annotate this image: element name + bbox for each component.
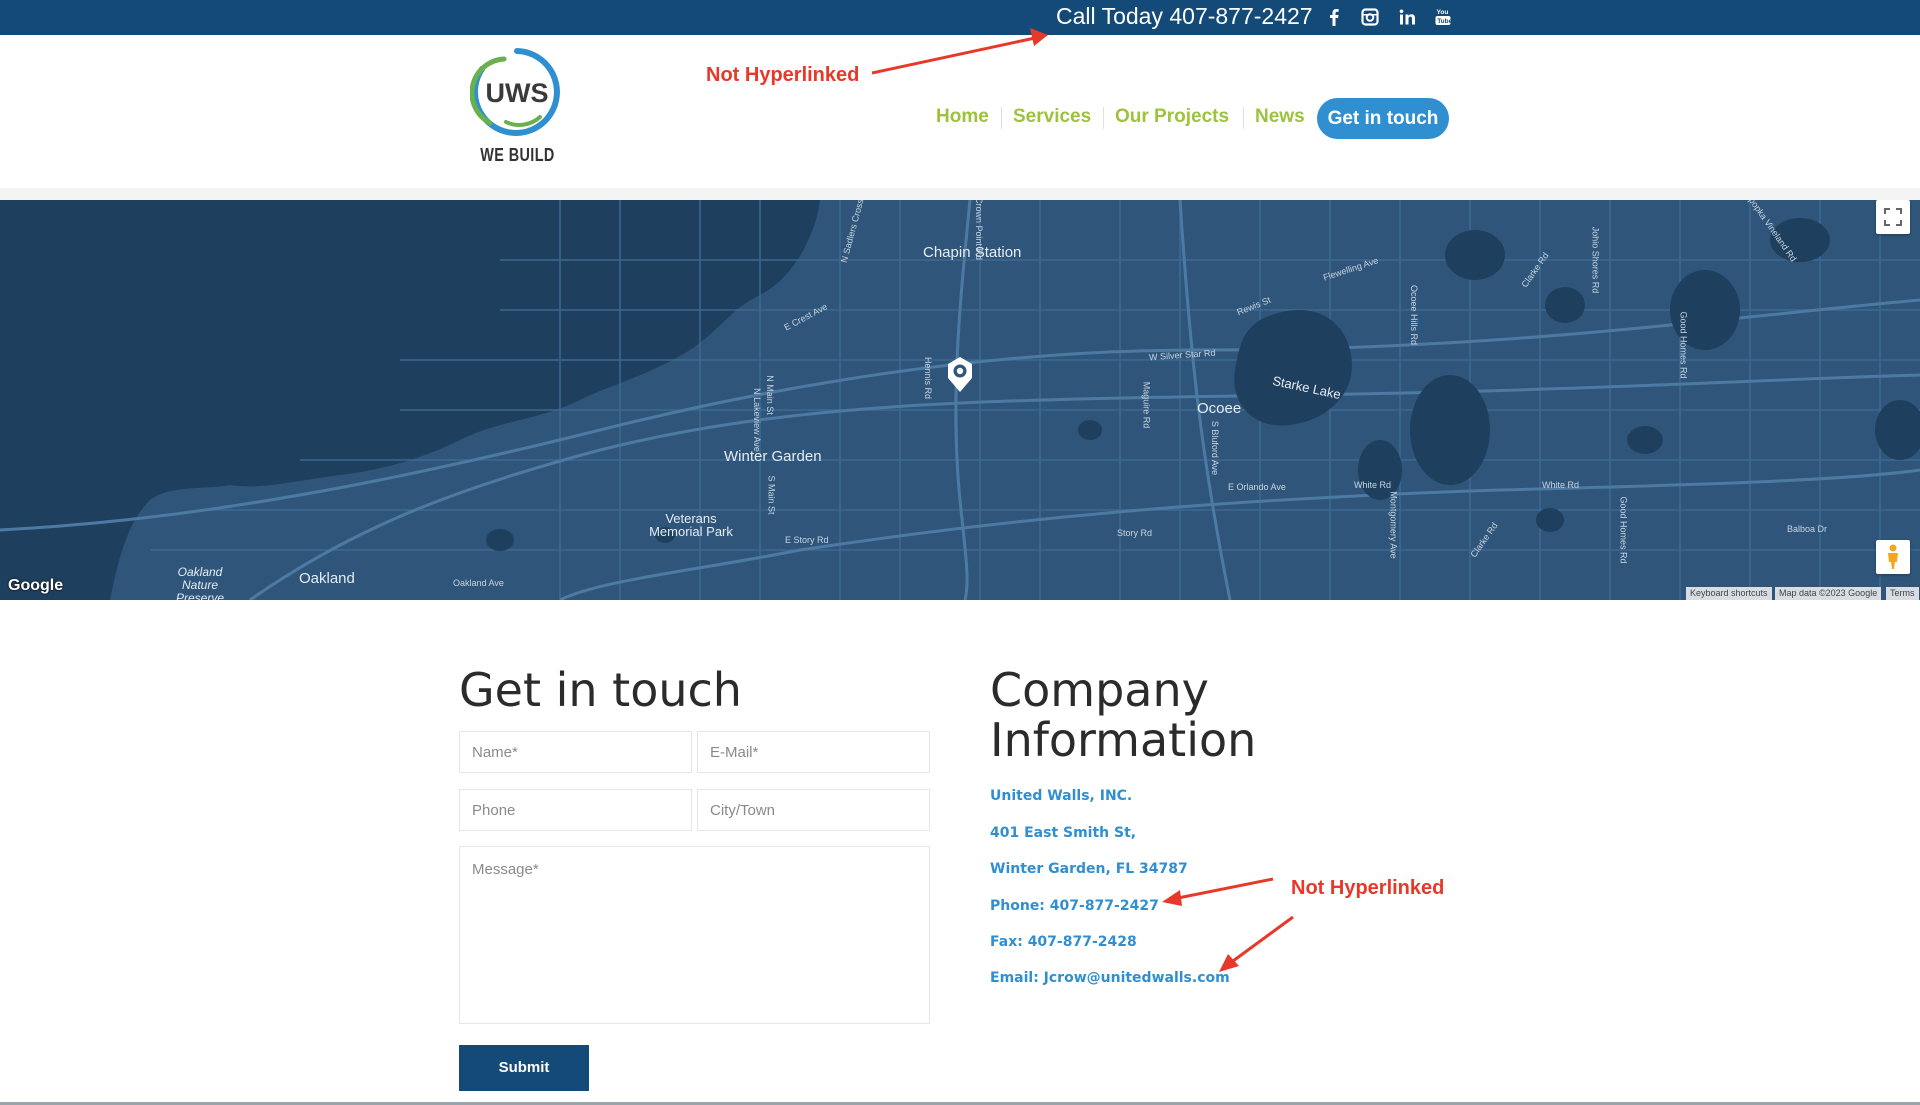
map-terms-link[interactable]: Terms — [1886, 587, 1919, 600]
company-info-title-line2: Information — [990, 713, 1257, 767]
map-label-white-rd: White Rd — [1354, 480, 1392, 490]
message-textarea[interactable]: Message* — [459, 846, 930, 1024]
google-logo[interactable]: Google — [8, 577, 63, 595]
map-label-e-orlando-ave: E Orlando Ave — [1228, 482, 1286, 492]
map-data-attribution: Map data ©2023 Google — [1775, 587, 1882, 600]
map-pin-icon[interactable] — [945, 355, 975, 395]
map-label-ocoee-hills-rd: Ocoee Hills Rd — [1409, 284, 1420, 346]
map-label-oakland: Oakland — [299, 570, 355, 587]
fullscreen-icon[interactable] — [1876, 200, 1910, 234]
city-input[interactable]: City/Town — [697, 789, 930, 831]
map-label-montgomery-ave: Montgomery Ave — [1388, 491, 1399, 559]
form-title: Get in touch — [459, 663, 742, 717]
map-label-veterans-memorial-park: Veterans Memorial Park — [649, 511, 733, 539]
google-map[interactable]: Chapin Station Winter Garden Veterans Me… — [0, 200, 1920, 600]
phone-input[interactable]: Phone — [459, 789, 692, 831]
map-label-winter-garden: Winter Garden — [724, 448, 822, 465]
map-label-white-rd-east: White Rd — [1542, 480, 1580, 490]
map-label-n-main-st: N Main St — [764, 375, 775, 415]
map-label-s-bluford-ave: S Bluford Ave — [1210, 420, 1221, 476]
submit-button[interactable]: Submit — [459, 1045, 589, 1091]
annotation-arrow-top — [871, 28, 1048, 75]
company-info-title-line1: Company — [990, 663, 1209, 717]
map-label-n-lakeview-ave: N Lakeview Ave — [751, 388, 762, 452]
map-label-good-homes-rd-south: Good Homes Rd — [1618, 496, 1629, 564]
map-label-oakland-ave: Oakland Ave — [453, 578, 504, 588]
map-label-hennis-rd: Hennis Rd — [923, 356, 934, 400]
map-label-s-main-st: S Main St — [766, 475, 777, 515]
name-input[interactable]: Name* — [459, 731, 692, 773]
map-label-chapin-station: Chapin Station — [923, 244, 1022, 261]
header-divider — [0, 188, 1920, 200]
map-label-oakland-nature-preserve: Oakland Nature Preserve — [175, 565, 225, 601]
company-street: 401 East Smith St, — [990, 825, 1137, 841]
map-label-good-homes-rd: Good Homes Rd — [1678, 311, 1689, 379]
street-view-pegman-icon[interactable] — [1876, 540, 1910, 574]
email-input[interactable]: E-Mail* — [697, 731, 930, 773]
map-label-w-crown-point: W Crown Point Rd — [974, 200, 985, 261]
company-name: United Walls, INC. — [990, 788, 1133, 804]
map-keyboard-shortcuts[interactable]: Keyboard shortcuts — [1686, 587, 1772, 600]
map-label-ocoee: Ocoee — [1197, 400, 1242, 417]
map-label-balboa-dr: Balboa Dr — [1787, 524, 1828, 534]
map-label-maguire-rd: Maguire Rd — [1141, 381, 1152, 429]
annotation-arrows-side — [1162, 877, 1294, 972]
map-label-e-story-rd: E Story Rd — [785, 535, 829, 545]
map-label-johio-shores-rd: Johio Shores Rd — [1590, 226, 1601, 294]
map-label-story-rd: Story Rd — [1117, 528, 1153, 538]
